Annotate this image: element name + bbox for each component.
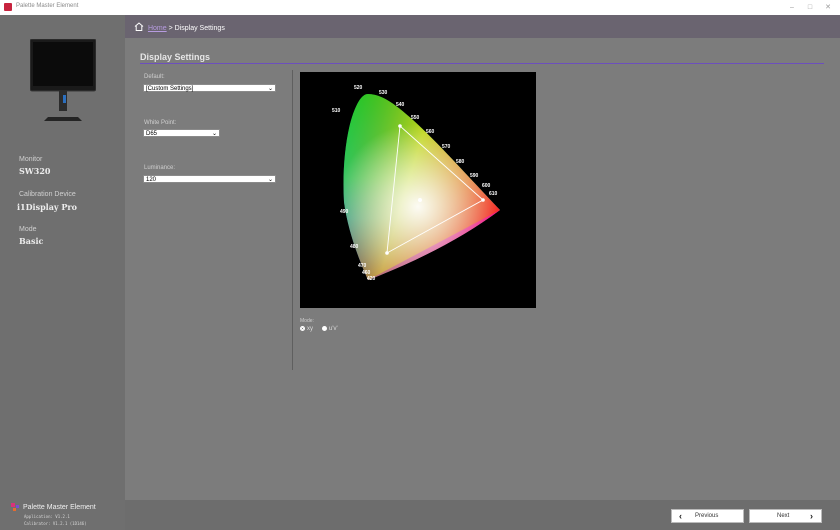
default-select[interactable]: [Custom Settings] ⌄ (143, 84, 276, 92)
home-icon[interactable] (134, 22, 144, 31)
red-primary-point (481, 198, 485, 202)
wavelength-label: 580 (456, 159, 465, 165)
chevron-down-icon: ⌄ (267, 177, 273, 183)
breadcrumb-current: Display Settings (174, 25, 225, 32)
radio-unselected-icon (322, 326, 327, 331)
wavelength-label: 480 (350, 244, 359, 250)
luminance-select-value: 120 (146, 177, 157, 183)
breadcrumb-separator: > (168, 25, 173, 32)
white-point-select[interactable]: D65 ⌄ (143, 129, 220, 137)
mode-uv-radio[interactable]: u'v' (322, 326, 338, 332)
default-label: Default: (144, 74, 165, 80)
wavelength-label: 600 (482, 183, 491, 189)
luminance-select[interactable]: 120 ⌄ (143, 175, 276, 183)
vertical-divider (292, 70, 293, 370)
monitor-value: SW320 (19, 166, 51, 176)
white-point-select-value: D65 (146, 131, 158, 137)
close-button[interactable]: ✕ (819, 1, 837, 14)
wavelength-label: 610 (489, 191, 498, 197)
chromaticity-diagram: 420 460 470 480 490 510 520 530 540 550 … (300, 72, 536, 308)
calibration-device-value: i1Display Pro (17, 202, 77, 212)
white-point-label: White Point: (144, 120, 177, 126)
minimize-button[interactable]: – (783, 1, 801, 14)
monitor-icon (30, 39, 96, 121)
main-content: Home > Display Settings Display Settings… (125, 15, 840, 530)
next-button[interactable]: Next › (749, 509, 822, 523)
mode-value: Basic (19, 236, 44, 246)
wavelength-label: 420 (367, 276, 376, 282)
breadcrumb-bar: Home > Display Settings (125, 15, 840, 38)
application-version: Application: V1.2.1 (24, 514, 70, 519)
brand-name: Palette Master Element (23, 504, 96, 511)
maximize-button[interactable]: □ (801, 1, 819, 14)
calibration-device-label: Calibration Device (19, 191, 76, 198)
sidebar: Monitor SW320 Calibration Device i1Displ… (0, 15, 125, 530)
default-select-value: [Custom Settings] (146, 86, 194, 92)
mode-xy-radio[interactable]: xy (300, 326, 313, 332)
chevron-left-icon: ‹ (679, 511, 682, 521)
chart-mode-label: Mode: (300, 318, 314, 324)
previous-button-label: Previous (695, 513, 719, 519)
title-divider (140, 63, 824, 64)
wavelength-label: 590 (470, 173, 479, 179)
white-point-marker (418, 198, 422, 202)
wavelength-label: 540 (396, 102, 405, 108)
chevron-right-icon: › (810, 511, 813, 521)
wavelength-label: 550 (411, 115, 420, 121)
calibrator-version: Calibrator: V1.2.1 (1D146) (24, 521, 87, 526)
monitor-label: Monitor (19, 156, 43, 163)
wavelength-label: 460 (362, 270, 371, 276)
wavelength-label: 470 (358, 263, 367, 269)
wavelength-label: 520 (354, 85, 363, 91)
wavelength-label: 570 (442, 144, 451, 150)
radio-selected-icon (300, 326, 305, 331)
window-title: Palette Master Element (16, 3, 79, 9)
window-titlebar: Palette Master Element – □ ✕ (0, 0, 840, 15)
mode-uv-label: u'v' (329, 326, 338, 332)
brand-logo-icon (11, 503, 19, 511)
next-button-label: Next (777, 513, 790, 519)
green-primary-point (398, 124, 402, 128)
wavelength-label: 510 (332, 108, 341, 114)
wavelength-label: 530 (379, 90, 388, 96)
mode-xy-label: xy (307, 326, 313, 332)
breadcrumb: Home > Display Settings (134, 22, 225, 32)
footer-bar: ‹ Previous Next › (125, 500, 840, 530)
page-title: Display Settings (140, 52, 211, 62)
chevron-down-icon: ⌄ (267, 86, 273, 92)
wavelength-label: 490 (340, 209, 349, 215)
breadcrumb-home-link[interactable]: Home (148, 25, 167, 32)
luminance-label: Luminance: (144, 165, 176, 171)
chevron-down-icon: ⌄ (211, 131, 217, 137)
previous-button[interactable]: ‹ Previous (671, 509, 744, 523)
wavelength-label: 560 (426, 129, 435, 135)
app-icon (4, 3, 12, 11)
mode-label: Mode (19, 226, 37, 233)
blue-primary-point (385, 251, 389, 255)
